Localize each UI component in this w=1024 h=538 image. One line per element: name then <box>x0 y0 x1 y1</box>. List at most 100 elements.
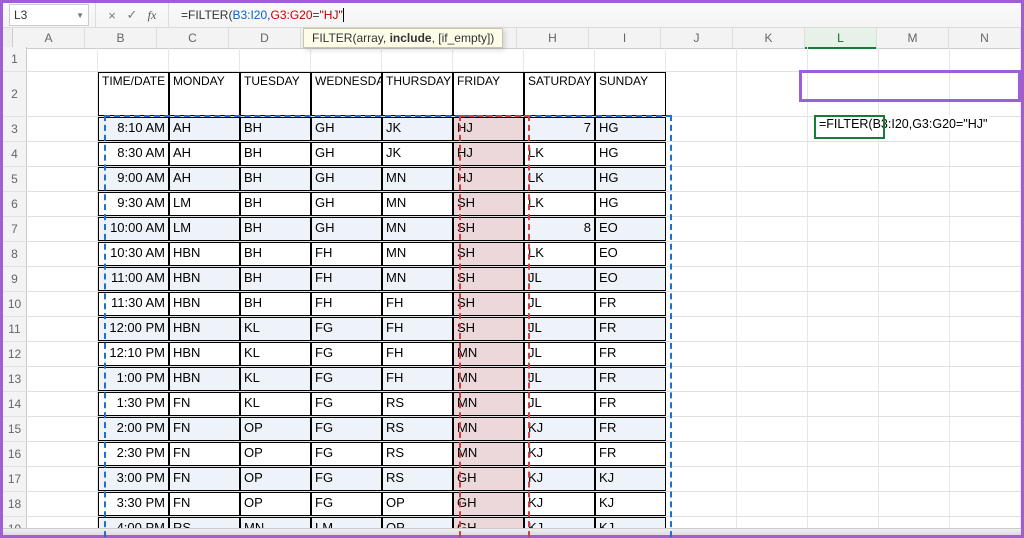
cell-j7[interactable] <box>666 217 737 241</box>
cell-m9[interactable] <box>879 267 950 291</box>
cell-c17[interactable]: FN <box>169 467 240 491</box>
cell-g10[interactable]: SH <box>453 292 524 316</box>
cell-f3[interactable]: JK <box>382 117 453 141</box>
cell-e12[interactable]: FG <box>311 342 382 366</box>
cell-l9[interactable] <box>808 267 879 291</box>
cell-e13[interactable]: FG <box>311 367 382 391</box>
row-header-17[interactable]: 17 <box>3 467 27 491</box>
cell-i12[interactable]: FR <box>595 342 666 366</box>
cell-c4[interactable]: AH <box>169 142 240 166</box>
cell-j13[interactable] <box>666 367 737 391</box>
cell-b17[interactable]: 3:00 PM <box>98 467 169 491</box>
cell-n9[interactable] <box>950 267 1021 291</box>
row-header-12[interactable]: 12 <box>3 342 27 366</box>
cell-h18[interactable]: KJ <box>524 492 595 516</box>
cell-d3[interactable]: BH <box>240 117 311 141</box>
cell-h9[interactable]: JL <box>524 267 595 291</box>
cell-h4[interactable]: LK <box>524 142 595 166</box>
cell-k12[interactable] <box>737 342 808 366</box>
cell-l1[interactable] <box>808 47 879 71</box>
cell-l15[interactable] <box>808 417 879 441</box>
cell-j2[interactable] <box>666 72 737 116</box>
name-box[interactable]: L3 ▼ <box>9 4 89 26</box>
cell-f7[interactable]: MN <box>382 217 453 241</box>
cell-b18[interactable]: 3:30 PM <box>98 492 169 516</box>
cell-a7[interactable] <box>27 217 98 241</box>
cell-h10[interactable]: JL <box>524 292 595 316</box>
cell-j6[interactable] <box>666 192 737 216</box>
cell-l12[interactable] <box>808 342 879 366</box>
cell-j16[interactable] <box>666 442 737 466</box>
cell-i5[interactable]: HG <box>595 167 666 191</box>
cell-a10[interactable] <box>27 292 98 316</box>
cell-d11[interactable]: KL <box>240 317 311 341</box>
cell-h3[interactable]: 7 <box>524 117 595 141</box>
cell-h12[interactable]: JL <box>524 342 595 366</box>
cell-f18[interactable]: OP <box>382 492 453 516</box>
cell-d15[interactable]: OP <box>240 417 311 441</box>
row-header-1[interactable]: 1 <box>3 47 27 71</box>
cell-m7[interactable] <box>879 217 950 241</box>
cell-c16[interactable]: FN <box>169 442 240 466</box>
cell-h8[interactable]: LK <box>524 242 595 266</box>
cell-e3[interactable]: GH <box>311 117 382 141</box>
cell-j12[interactable] <box>666 342 737 366</box>
cell-e16[interactable]: FG <box>311 442 382 466</box>
cell-j9[interactable] <box>666 267 737 291</box>
cell-l4[interactable] <box>808 142 879 166</box>
cell-g12[interactable]: MN <box>453 342 524 366</box>
cell-f16[interactable]: RS <box>382 442 453 466</box>
cell-c9[interactable]: HBN <box>169 267 240 291</box>
cell-i10[interactable]: FR <box>595 292 666 316</box>
cell-g2[interactable]: FRIDAY <box>453 72 524 116</box>
cell-e5[interactable]: GH <box>311 167 382 191</box>
column-header-a[interactable]: A <box>13 28 85 48</box>
cell-k13[interactable] <box>737 367 808 391</box>
cell-i11[interactable]: FR <box>595 317 666 341</box>
cell-j18[interactable] <box>666 492 737 516</box>
cell-i13[interactable]: FR <box>595 367 666 391</box>
cell-g16[interactable]: MN <box>453 442 524 466</box>
row-header-5[interactable]: 5 <box>3 167 27 191</box>
column-header-c[interactable]: C <box>157 28 229 48</box>
cell-k15[interactable] <box>737 417 808 441</box>
cell-c7[interactable]: LM <box>169 217 240 241</box>
cell-g13[interactable]: MN <box>453 367 524 391</box>
cell-h17[interactable]: KJ <box>524 467 595 491</box>
cell-g9[interactable]: SH <box>453 267 524 291</box>
cell-n1[interactable] <box>950 47 1021 71</box>
cell-h7[interactable]: 8 <box>524 217 595 241</box>
cell-l18[interactable] <box>808 492 879 516</box>
cell-a8[interactable] <box>27 242 98 266</box>
cell-b7[interactable]: 10:00 AM <box>98 217 169 241</box>
cell-e4[interactable]: GH <box>311 142 382 166</box>
cell-c5[interactable]: AH <box>169 167 240 191</box>
cell-k1[interactable] <box>737 47 808 71</box>
cell-g1[interactable] <box>453 47 524 71</box>
cell-m11[interactable] <box>879 317 950 341</box>
cell-f13[interactable]: FH <box>382 367 453 391</box>
cell-l3-content[interactable]: =FILTER(B3:I20,G3:G20="HJ" <box>817 116 989 131</box>
row-header-3[interactable]: 3 <box>3 117 27 141</box>
cancel-icon[interactable]: × <box>102 8 122 23</box>
row-header-18[interactable]: 18 <box>3 492 27 516</box>
cell-j8[interactable] <box>666 242 737 266</box>
row-header-10[interactable]: 10 <box>3 292 27 316</box>
cell-d16[interactable]: OP <box>240 442 311 466</box>
cell-c11[interactable]: HBN <box>169 317 240 341</box>
cell-f6[interactable]: MN <box>382 192 453 216</box>
cell-m12[interactable] <box>879 342 950 366</box>
cell-j3[interactable] <box>666 117 737 141</box>
cell-b5[interactable]: 9:00 AM <box>98 167 169 191</box>
cell-d17[interactable]: OP <box>240 467 311 491</box>
cell-e14[interactable]: FG <box>311 392 382 416</box>
cell-m15[interactable] <box>879 417 950 441</box>
column-header-h[interactable]: H <box>517 28 589 48</box>
cell-f1[interactable] <box>382 47 453 71</box>
cell-k18[interactable] <box>737 492 808 516</box>
cell-b16[interactable]: 2:30 PM <box>98 442 169 466</box>
cell-d9[interactable]: BH <box>240 267 311 291</box>
cell-k11[interactable] <box>737 317 808 341</box>
fx-icon[interactable]: fx <box>142 8 162 23</box>
cell-a4[interactable] <box>27 142 98 166</box>
